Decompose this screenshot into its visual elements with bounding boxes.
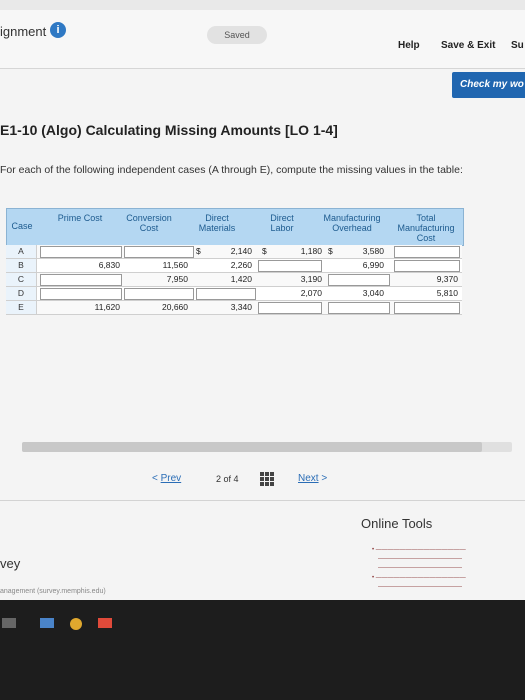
- conversion-cost-value: 20,660: [162, 302, 188, 312]
- total-cost-input-b[interactable]: [394, 260, 460, 272]
- top-strip: [0, 0, 525, 10]
- horizontal-scrollbar[interactable]: [22, 442, 512, 452]
- conversion-cost-value: 11,560: [162, 260, 188, 270]
- direct-labor-input-e[interactable]: [258, 302, 322, 314]
- prime-cost-value: 6,830: [98, 260, 120, 270]
- direct-materials-value: 2,260: [230, 260, 252, 270]
- check-my-work-button[interactable]: Check my wo: [452, 72, 525, 98]
- prime-cost-input-a[interactable]: [40, 246, 122, 258]
- tool-bullet: • ———————————————: [372, 547, 466, 553]
- scrollbar-thumb[interactable]: [22, 442, 482, 452]
- next-button[interactable]: Next >: [298, 473, 327, 484]
- direct-labor-value: 2,070: [300, 288, 322, 298]
- dollar-sign: $: [328, 246, 333, 256]
- table-row: A $ 2,140 $ 1,180 $ 3,580: [6, 245, 462, 259]
- save-exit-button[interactable]: Save & Exit: [441, 40, 495, 51]
- conversion-cost-input-a[interactable]: [124, 246, 194, 258]
- prev-label: Prev: [160, 473, 182, 484]
- conversion-cost-input-d[interactable]: [124, 288, 194, 300]
- header-conversion-cost: Conversion Cost: [126, 213, 172, 233]
- online-tools-title: Online Tools: [361, 516, 433, 531]
- assignment-header: ignment i Saved Help Save & Exit Su: [0, 10, 525, 69]
- total-cost-input-e[interactable]: [394, 302, 460, 314]
- header-direct-materials: Direct Materials: [198, 213, 236, 233]
- row-label: E: [6, 301, 37, 314]
- header-case: Case: [11, 221, 33, 231]
- prev-button[interactable]: < Prev: [152, 473, 181, 484]
- dollar-sign: $: [196, 246, 201, 256]
- row-label: C: [6, 273, 37, 286]
- table-row: C 7,950 1,420 3,190 9,370: [6, 273, 462, 287]
- header-direct-labor: Direct Labor: [270, 213, 294, 233]
- survey-label[interactable]: vey: [0, 556, 20, 571]
- table-row: E 11,620 20,660 3,340: [6, 301, 462, 315]
- taskbar: [0, 604, 525, 700]
- table-row: B 6,830 11,560 2,260 6,990: [6, 259, 462, 273]
- pagination: < Prev 2 of 4 Next >: [148, 468, 353, 492]
- header-total-manufacturing-cost: Total Manufacturing Cost: [397, 213, 455, 243]
- page-indicator: 2 of 4: [216, 474, 239, 484]
- next-label: Next: [298, 473, 319, 484]
- grid-icon[interactable]: [260, 472, 274, 486]
- tool-bullet: ——————————————: [378, 584, 462, 590]
- overhead-value: 6,990: [362, 260, 384, 270]
- total-cost-value: 5,810: [436, 288, 458, 298]
- management-link[interactable]: anagement (survey.memphis.edu): [0, 588, 106, 595]
- taskbar-app-icon[interactable]: [2, 618, 16, 628]
- direct-materials-value: 3,340: [230, 302, 252, 312]
- header-prime-cost: Prime Cost: [57, 213, 103, 223]
- row-label: D: [6, 287, 37, 300]
- table-row: D 2,070 3,040 5,810: [6, 287, 462, 301]
- taskbar-app-icon[interactable]: [70, 618, 82, 630]
- info-icon[interactable]: i: [50, 22, 66, 38]
- table-header: Case Prime Cost Conversion Cost Direct M…: [6, 208, 464, 246]
- section-divider: [0, 500, 525, 501]
- direct-materials-value: 2,140: [230, 246, 252, 256]
- direct-materials-value: 1,420: [230, 274, 252, 284]
- overhead-value: 3,040: [362, 288, 384, 298]
- direct-labor-value: 3,190: [300, 274, 322, 284]
- direct-labor-input-b[interactable]: [258, 260, 322, 272]
- tool-bullet: ——————————————: [378, 556, 462, 562]
- tool-bullet: ——————————————: [378, 565, 462, 571]
- taskbar-app-icon[interactable]: [40, 618, 54, 628]
- header-manufacturing-overhead: Manufacturing Overhead: [323, 213, 381, 233]
- question-instructions: For each of the following independent ca…: [0, 164, 463, 176]
- overhead-input-e[interactable]: [328, 302, 390, 314]
- direct-materials-input-d[interactable]: [196, 288, 256, 300]
- saved-indicator: Saved: [207, 26, 267, 44]
- prime-cost-value: 11,620: [94, 302, 120, 312]
- row-label: A: [6, 245, 37, 258]
- browser-screen: ignment i Saved Help Save & Exit Su Chec…: [0, 0, 525, 600]
- dollar-sign: $: [262, 246, 267, 256]
- total-cost-value: 9,370: [436, 274, 458, 284]
- prime-cost-input-d[interactable]: [40, 288, 122, 300]
- row-label: B: [6, 259, 37, 272]
- conversion-cost-value: 7,950: [166, 274, 188, 284]
- taskbar-app-icon[interactable]: [98, 618, 112, 628]
- assignment-label: ignment: [0, 24, 47, 39]
- overhead-value: 3,580: [362, 246, 384, 256]
- total-cost-input-a[interactable]: [394, 246, 460, 258]
- help-button[interactable]: Help: [398, 40, 420, 51]
- tool-bullet: • ———————————————: [372, 575, 466, 581]
- direct-labor-value: 1,180: [300, 246, 322, 256]
- question-title: E1-10 (Algo) Calculating Missing Amounts…: [0, 122, 338, 138]
- table-body: A $ 2,140 $ 1,180 $ 3,580 B 6,830 11,560…: [6, 245, 462, 315]
- prime-cost-input-c[interactable]: [40, 274, 122, 286]
- overhead-input-c[interactable]: [328, 274, 390, 286]
- submit-button[interactable]: Su: [511, 40, 524, 51]
